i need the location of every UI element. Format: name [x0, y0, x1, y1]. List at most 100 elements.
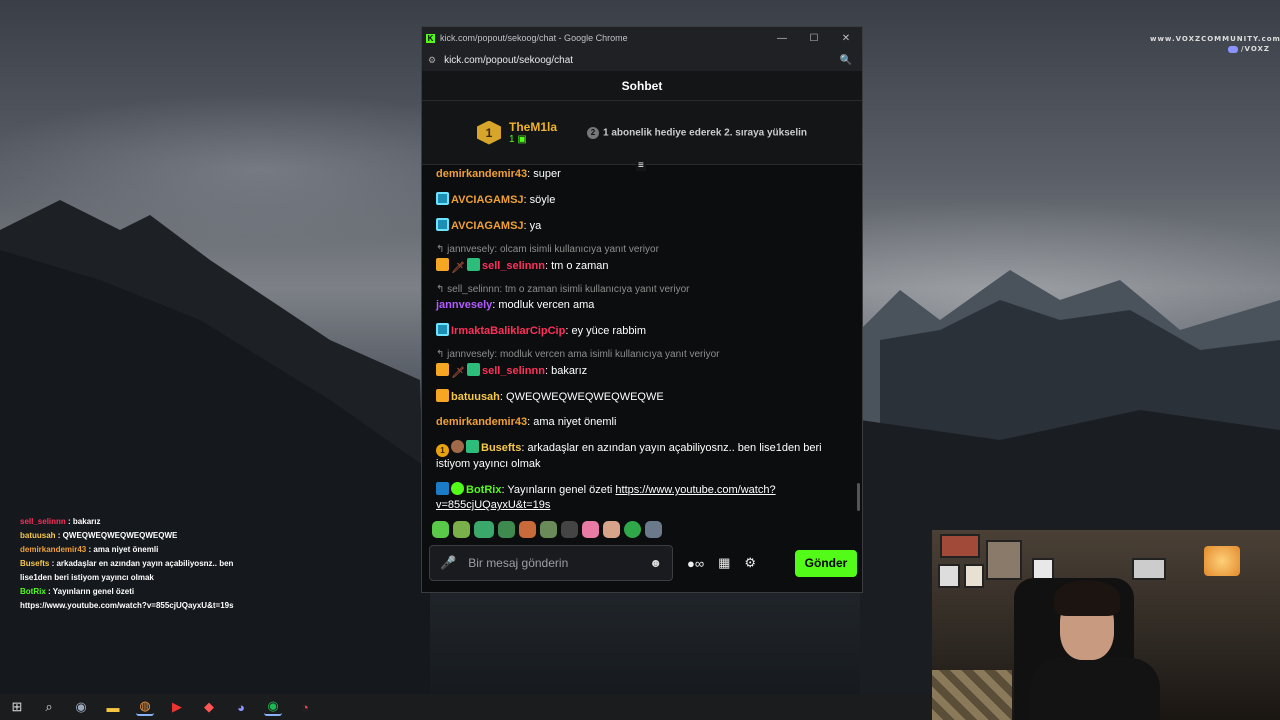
speedometer-icon[interactable]: ◔ — [296, 698, 314, 716]
reply-text: jannvesely: olcam isimli kullanıcıya yan… — [447, 244, 659, 255]
chat-messages: demirkandemir43: super AVCIAGAMSJ: söyle… — [422, 165, 862, 515]
overlay-username: batuusah — [20, 531, 56, 540]
overlay-chat-line: Busefts : arkadaşlar en azından yayın aç… — [20, 557, 234, 571]
emote-icon[interactable] — [624, 521, 641, 538]
sword-badge-icon: 🗡 — [451, 262, 465, 274]
chat-username[interactable]: demirkandemir43 — [436, 416, 527, 428]
store-icon[interactable]: ▦ — [718, 555, 730, 571]
chat-username[interactable]: sell_selinnn — [482, 365, 545, 377]
chat-username[interactable]: AVCIAGAMSJ — [451, 220, 524, 232]
message-input[interactable]: 🎤 Bir mesaj gönderin ☻ — [429, 545, 673, 581]
emote-icon[interactable] — [453, 521, 470, 538]
points-icon[interactable]: ●∞ — [687, 556, 704, 571]
wall-poster — [986, 540, 1022, 580]
gifter-prompt: 1 abonelik hediye ederek 2. sıraya yükse… — [603, 127, 807, 138]
gift-icon: ▣ — [517, 134, 527, 145]
chat-username[interactable]: demirkandemir43 — [436, 168, 527, 180]
overlay-chat-line: BotRix : Yayınların genel özeti — [20, 585, 234, 599]
overlay-username: demirkandemir43 — [20, 545, 87, 554]
emote-icon[interactable] — [540, 521, 557, 538]
minimize-button[interactable]: — — [766, 33, 798, 44]
gift-count: 1 — [508, 134, 515, 145]
og-badge-icon — [436, 218, 449, 231]
overlay-text: : Yayınların genel özeti — [45, 587, 135, 596]
spotify-icon[interactable]: ◉ — [264, 698, 282, 716]
site-settings-icon[interactable]: ⚙ — [428, 55, 436, 66]
zoom-icon[interactable]: 🔍 — [840, 55, 852, 66]
window-titlebar[interactable]: K kick.com/popout/sekoog/chat - Google C… — [422, 27, 862, 49]
chat-username[interactable]: BotRix — [466, 484, 501, 496]
windows-icon[interactable]: ⊞ — [8, 698, 26, 716]
emote-icon[interactable] — [498, 521, 515, 538]
top-gifter-name[interactable]: TheM1la — [509, 120, 557, 134]
file-explorer-icon[interactable]: ▬ — [104, 698, 122, 716]
chat-username[interactable]: IrmaktaBaliklarCipCip — [451, 325, 565, 337]
chat-text: modluk vercen ama — [498, 299, 595, 311]
steam-icon[interactable]: ◉ — [72, 698, 90, 716]
chat-username[interactable]: batuusah — [451, 391, 500, 403]
overlay-text: : arkadaşlar en azından yayın açabiliyos… — [49, 559, 234, 568]
overlay-chat-line-cont: lise1den beri istiyom yayıncı olmak — [20, 573, 154, 582]
chat-message: AVCIAGAMSJ: söyle — [436, 192, 848, 208]
rank-one-badge-icon: 1 — [436, 444, 449, 457]
chat-username[interactable]: sell_selinnn — [482, 260, 545, 272]
og-badge-icon — [436, 323, 449, 336]
chat-text: tm o zaman — [551, 260, 609, 272]
chat-username[interactable]: Busefts — [481, 442, 521, 454]
chat-message: 1 Busefts: arkadaşlar en azından yayın aç… — [436, 440, 822, 470]
brand-handle: /VOXZ — [1240, 45, 1270, 53]
url-text[interactable]: kick.com/popout/sekoog/chat — [444, 55, 573, 66]
chat-input-row: 🎤 Bir mesaj gönderin ☻ ●∞ ▦ ⚙ Gönder — [429, 545, 857, 581]
brave-icon[interactable]: ◆ — [200, 698, 218, 716]
blanket — [932, 670, 1012, 720]
lamp — [1204, 546, 1240, 576]
chat-message: demirkandemir43: ama niyet önemli — [436, 416, 617, 428]
wall-poster — [938, 564, 960, 588]
gift-badge-icon — [466, 363, 480, 376]
emote-quickbar — [432, 521, 662, 538]
bot-badge-icon — [436, 482, 449, 495]
chat-message: BotRix: Yayınların genel özeti https://w… — [436, 482, 776, 511]
emote-icon[interactable] — [603, 521, 620, 538]
chat-message: demirkandemir43: super — [436, 168, 561, 180]
mic-icon[interactable]: 🎤 — [440, 555, 456, 571]
emote-icon[interactable] — [474, 521, 494, 538]
gear-icon[interactable]: ⚙ — [744, 555, 756, 571]
emote-icon[interactable] — [645, 521, 662, 538]
emoji-icon[interactable]: ☻ — [649, 556, 662, 570]
wall-poster — [964, 564, 984, 588]
emote-icon[interactable] — [519, 521, 536, 538]
chat-message: AVCIAGAMSJ: ya — [436, 218, 848, 234]
reply-context[interactable]: ↰ jannvesely: modluk vercen ama isimli k… — [436, 347, 848, 362]
reply-context[interactable]: ↰ jannvesely: olcam isimli kullanıcıya y… — [436, 242, 848, 257]
chat-username[interactable]: jannvesely — [436, 299, 492, 311]
chat-message: batuusah: QWEQWEQWEQWEQWEQWE — [436, 389, 848, 405]
address-bar[interactable]: ⚙ kick.com/popout/sekoog/chat 🔍 — [422, 49, 862, 71]
rank-2-icon: 2 — [587, 126, 599, 139]
emote-icon[interactable] — [561, 521, 578, 538]
chat-scrollbar[interactable] — [857, 483, 860, 511]
reply-text: jannvesely: modluk vercen ama isimli kul… — [447, 349, 720, 360]
chat-username[interactable]: AVCIAGAMSJ — [451, 194, 524, 206]
window-title: kick.com/popout/sekoog/chat - Google Chr… — [440, 33, 628, 43]
maximize-button[interactable]: ☐ — [798, 33, 830, 44]
send-button[interactable]: Gönder — [795, 549, 857, 577]
reply-context[interactable]: ↰ sell_selinnn: tm o zaman isimli kullan… — [436, 282, 848, 297]
streamer-body — [1030, 658, 1160, 720]
taskbar: ⊞ ⌕ ◉ ▬ ◍ ▶ ◆ ◕ ◉ ◔ — [0, 694, 932, 720]
overlay-username: Busefts — [20, 559, 50, 568]
overlay-chat-line: demirkandemir43 : ama niyet önemli — [20, 543, 234, 557]
reply-text: sell_selinnn: tm o zaman isimli kullanıc… — [447, 284, 690, 295]
emote-icon[interactable] — [582, 521, 599, 538]
kick-favicon-icon: K — [426, 33, 435, 43]
crown-badge-icon — [436, 389, 449, 402]
search-icon[interactable]: ⌕ — [40, 698, 58, 716]
media-icon[interactable]: ▶ — [168, 698, 186, 716]
close-button[interactable]: ✕ — [830, 33, 862, 44]
discord-icon[interactable]: ◕ — [232, 698, 250, 716]
emote-icon[interactable] — [432, 521, 449, 538]
chrome-icon[interactable]: ◍ — [136, 698, 154, 716]
chat-text: ama niyet önemli — [533, 416, 617, 428]
gift-badge-icon — [466, 440, 479, 453]
rank-badge-icon: 1 — [476, 120, 501, 145]
